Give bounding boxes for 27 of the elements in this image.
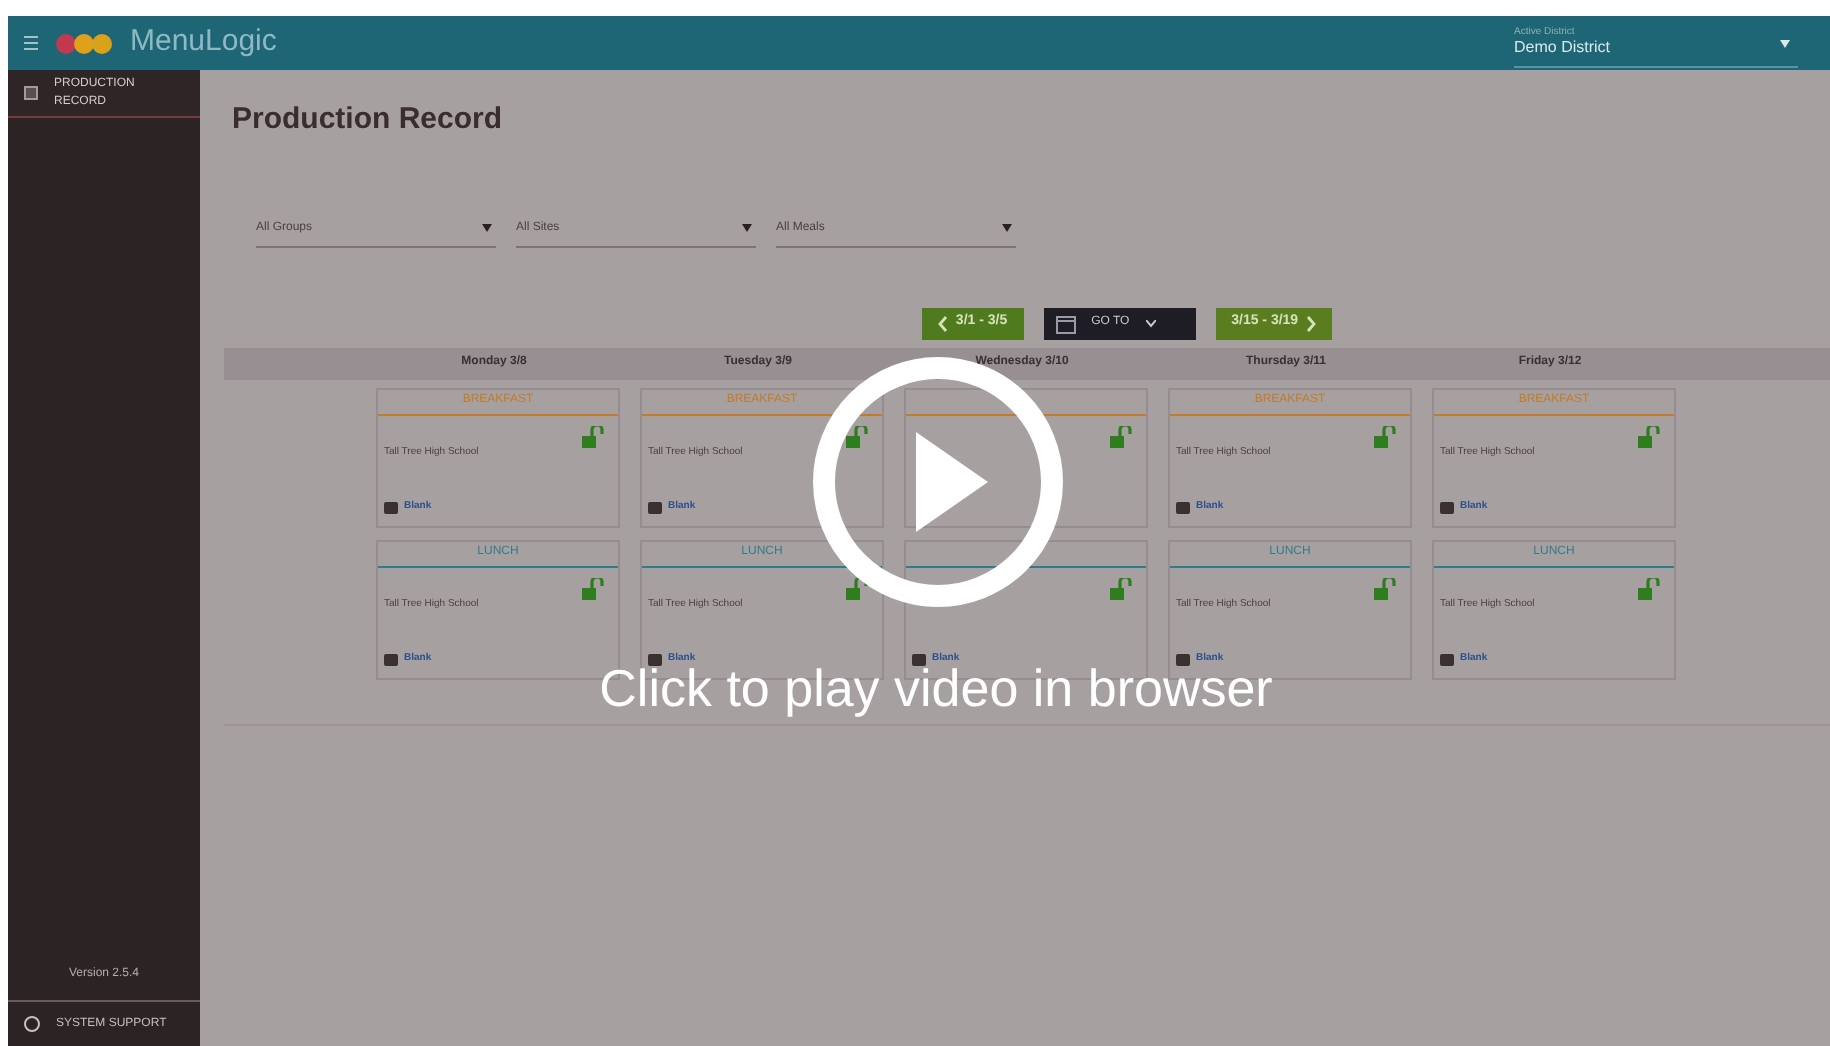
help-icon: [24, 1016, 40, 1032]
printer-icon[interactable]: [384, 501, 398, 514]
video-caption: Click to play video in browser: [599, 662, 1273, 714]
caret-icon: [1145, 319, 1156, 327]
caret-icon: [1780, 39, 1790, 47]
menu-icon[interactable]: [24, 36, 38, 50]
page-title: Production Record: [232, 100, 505, 140]
chevron-left-icon: [937, 315, 948, 331]
printer-icon[interactable]: [648, 653, 662, 666]
printer-icon[interactable]: [1440, 501, 1454, 514]
list-icon: [24, 86, 38, 100]
calendar-icon: [1055, 313, 1076, 333]
printer-icon[interactable]: [1440, 653, 1454, 666]
unlocked-icon[interactable]: [846, 425, 870, 449]
printer-icon[interactable]: [912, 653, 926, 666]
printer-icon[interactable]: [1176, 653, 1190, 666]
printer-icon[interactable]: [648, 501, 662, 514]
printer-icon[interactable]: [1176, 501, 1190, 514]
logo-icon: [54, 31, 114, 55]
play-button-icon[interactable]: [812, 356, 1064, 608]
caret-icon: [1002, 224, 1012, 232]
unlocked-icon[interactable]: [846, 577, 870, 601]
caret-icon: [482, 224, 492, 232]
printer-icon[interactable]: [384, 653, 398, 666]
app-name: MenuLogic: [130, 22, 277, 63]
chevron-right-icon: [1306, 315, 1317, 331]
caret-icon: [742, 224, 752, 232]
